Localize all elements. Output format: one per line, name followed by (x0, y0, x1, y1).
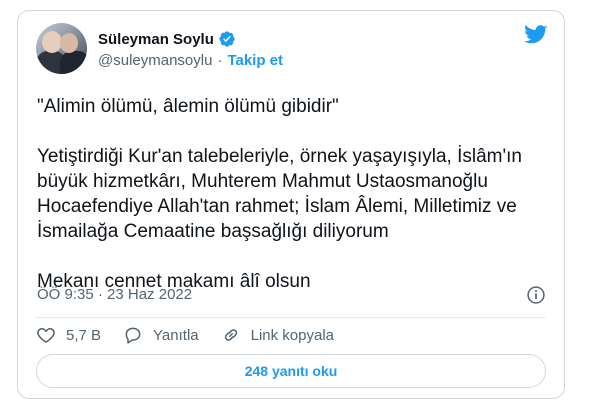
avatar[interactable] (36, 23, 87, 74)
tweet-text: "Alimin ölümü, âlemin ölümü gibidir" Yet… (37, 94, 547, 294)
separator-dot: · (217, 52, 223, 69)
copy-link-label: Link kopyala (250, 326, 335, 344)
twitter-bird-icon[interactable] (524, 25, 548, 45)
avatar-head-right (60, 33, 78, 53)
tweet-paragraph: "Alimin ölümü, âlemin ölümü gibidir" (37, 96, 339, 117)
tweet-paragraph: Yetiştirdiği Kur'an talebeleriyle, örnek… (37, 146, 522, 242)
divider (36, 317, 546, 318)
tweet-card: Süleyman Soylu @suleymansoylu · Takip et… (17, 10, 565, 399)
avatar-head-left (42, 31, 62, 53)
author-handle-row: @suleymansoylu · Takip et (98, 52, 283, 69)
reply-icon (125, 327, 141, 344)
read-replies-button[interactable]: 248 yanıtı oku (36, 354, 546, 388)
tweet-timestamp[interactable]: ÖÖ 9:35 · 23 Haz 2022 (37, 286, 192, 303)
link-icon (224, 329, 237, 341)
author-name-row: Süleyman Soylu (98, 30, 236, 48)
copy-link-button[interactable]: Link kopyala (221, 325, 334, 345)
like-count: 5,7 B (66, 326, 102, 344)
info-icon[interactable] (526, 285, 546, 305)
action-bar: 5,7 B Yanıtla Link kopyala (36, 325, 356, 345)
reply-button[interactable]: Yanıtla (123, 325, 199, 345)
heart-icon (37, 327, 55, 343)
author-handle[interactable]: @suleymansoylu (98, 52, 212, 69)
like-button[interactable]: 5,7 B (36, 325, 101, 345)
avatar-figure-right (60, 51, 87, 74)
author-name[interactable]: Süleyman Soylu (98, 31, 214, 48)
follow-button[interactable]: Takip et (227, 52, 283, 69)
reply-label: Yanıtla (153, 326, 199, 344)
verified-badge-icon (218, 30, 236, 48)
